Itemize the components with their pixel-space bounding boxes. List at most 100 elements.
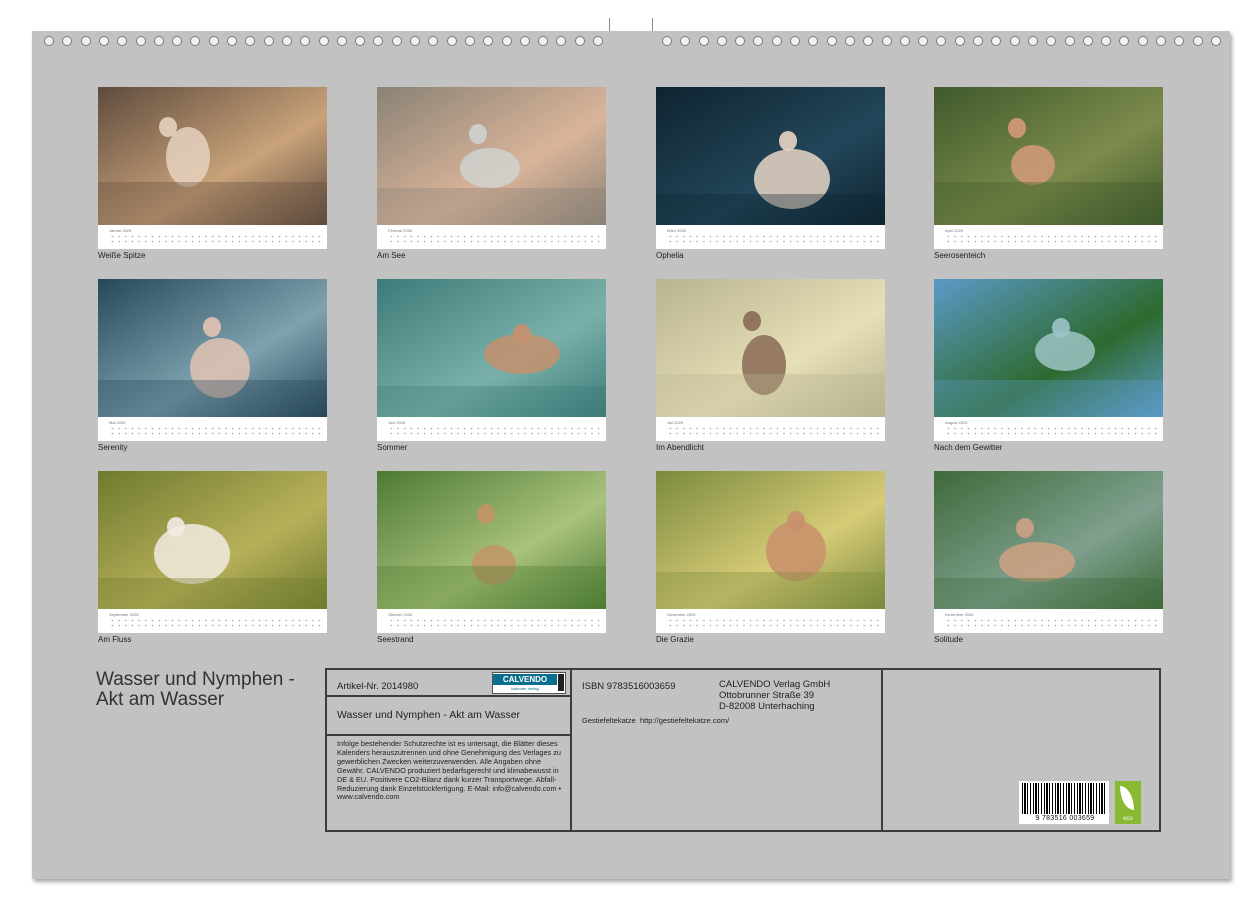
month-calendar-strip: November 2026 bbox=[656, 609, 885, 633]
month-caption: Am Fluss bbox=[98, 635, 132, 644]
binding-ring bbox=[465, 36, 475, 46]
binding-ring bbox=[556, 36, 566, 46]
binding-ring bbox=[772, 36, 782, 46]
binding-ring bbox=[973, 36, 983, 46]
binding-ring bbox=[717, 36, 727, 46]
month-tile: September 2026 Am Fluss bbox=[98, 471, 327, 644]
binding-ring bbox=[1193, 36, 1203, 46]
photo-image bbox=[377, 279, 606, 417]
month-calendar-strip: April 2026 bbox=[934, 225, 1163, 249]
product-title: Wasser und Nymphen - Akt am Wasser bbox=[337, 709, 521, 721]
binding-ring bbox=[936, 36, 946, 46]
month-caption: Nach dem Gewitter bbox=[934, 443, 1003, 452]
author-url[interactable]: http://gestiefeltekatze.com/ bbox=[640, 716, 729, 725]
binding-ring bbox=[538, 36, 548, 46]
month-label: Juli 2026 bbox=[667, 420, 684, 425]
binding-ring bbox=[680, 36, 690, 46]
eco-label: eco bbox=[1123, 816, 1133, 822]
binding-ring bbox=[410, 36, 420, 46]
isbn: ISBN 9783516003659 bbox=[582, 681, 676, 692]
binding-ring bbox=[227, 36, 237, 46]
binding-ring bbox=[845, 36, 855, 46]
month-caption: Weiße Spitze bbox=[98, 251, 146, 260]
photo-image bbox=[656, 471, 885, 609]
binding-ring bbox=[245, 36, 255, 46]
day-grid bbox=[667, 426, 881, 438]
month-calendar-strip: Oktober 2026 bbox=[377, 609, 606, 633]
binding-ring bbox=[1010, 36, 1020, 46]
month-tile: April 2026 Seerosenteich bbox=[934, 87, 1163, 260]
binding-ring bbox=[282, 36, 292, 46]
month-tile: Juli 2026 Im Abendlicht bbox=[656, 279, 885, 452]
binding-ring bbox=[154, 36, 164, 46]
month-photo bbox=[377, 279, 606, 417]
month-label: März 2026 bbox=[667, 228, 686, 233]
day-grid bbox=[945, 234, 1159, 246]
month-tile: Juni 2026 Sommer bbox=[377, 279, 606, 452]
month-label: Dezember 2026 bbox=[945, 612, 974, 617]
photo-image bbox=[98, 87, 327, 225]
month-tile: Dezember 2026 Solitude bbox=[934, 471, 1163, 644]
calendar-title: Wasser und Nymphen - Akt am Wasser bbox=[96, 670, 295, 710]
month-photo bbox=[98, 471, 327, 609]
month-caption: Ophelia bbox=[656, 251, 684, 260]
title-line-1: Wasser und Nymphen - bbox=[96, 669, 295, 690]
eco-badge: eco bbox=[1115, 781, 1141, 824]
binding-rings bbox=[0, 0, 1260, 20]
month-caption: Seestrand bbox=[377, 635, 414, 644]
month-photo bbox=[377, 87, 606, 225]
binding-ring bbox=[209, 36, 219, 46]
month-tile: März 2026 Ophelia bbox=[656, 87, 885, 260]
month-label: Oktober 2026 bbox=[388, 612, 413, 617]
binding-ring bbox=[991, 36, 1001, 46]
month-calendar-strip: Juni 2026 bbox=[377, 417, 606, 441]
month-caption: Sommer bbox=[377, 443, 408, 452]
binding-ring bbox=[44, 36, 54, 46]
month-tile: Februar 2026 Am See bbox=[377, 87, 606, 260]
binding-ring bbox=[1211, 36, 1221, 46]
day-grid bbox=[109, 618, 323, 630]
binding-ring bbox=[735, 36, 745, 46]
author-line: Gestiefeltekatze http://gestiefeltekatze… bbox=[582, 716, 729, 725]
day-grid bbox=[109, 234, 323, 246]
month-photo bbox=[934, 279, 1163, 417]
author-name: Gestiefeltekatze bbox=[582, 716, 636, 725]
month-calendar-strip: März 2026 bbox=[656, 225, 885, 249]
binding-ring bbox=[502, 36, 512, 46]
photo-image bbox=[934, 471, 1163, 609]
binding-ring bbox=[99, 36, 109, 46]
month-label: Mai 2026 bbox=[109, 420, 126, 425]
logo-corner bbox=[558, 674, 564, 691]
binding-ring bbox=[593, 36, 603, 46]
binding-ring bbox=[1065, 36, 1075, 46]
binding-ring bbox=[827, 36, 837, 46]
day-grid bbox=[388, 234, 602, 246]
photo-image bbox=[98, 471, 327, 609]
binding-ring bbox=[62, 36, 72, 46]
binding-ring bbox=[428, 36, 438, 46]
binding-ring bbox=[447, 36, 457, 46]
month-label: September 2026 bbox=[109, 612, 139, 617]
title-line-2: Akt am Wasser bbox=[96, 689, 225, 710]
binding-ring bbox=[300, 36, 310, 46]
calvendo-logo: CALVENDO kalender verlag bbox=[492, 672, 566, 694]
month-calendar-strip: Juli 2026 bbox=[656, 417, 885, 441]
binding-ring bbox=[520, 36, 530, 46]
divider bbox=[325, 695, 572, 697]
barcode-bars bbox=[1022, 783, 1106, 814]
month-photo bbox=[377, 471, 606, 609]
binding-ring bbox=[1138, 36, 1148, 46]
binding-ring bbox=[483, 36, 493, 46]
divider bbox=[325, 734, 572, 736]
photo-image bbox=[377, 471, 606, 609]
binding-ring bbox=[172, 36, 182, 46]
binding-ring bbox=[662, 36, 672, 46]
binding-ring bbox=[1083, 36, 1093, 46]
binding-ring bbox=[863, 36, 873, 46]
day-grid bbox=[388, 618, 602, 630]
month-tile: Oktober 2026 Seestrand bbox=[377, 471, 606, 644]
publisher-street: Ottobrunner Straße 39 bbox=[719, 690, 815, 701]
month-calendar-strip: Mai 2026 bbox=[98, 417, 327, 441]
month-tile: Mai 2026 Serenity bbox=[98, 279, 327, 452]
binding-ring bbox=[1174, 36, 1184, 46]
